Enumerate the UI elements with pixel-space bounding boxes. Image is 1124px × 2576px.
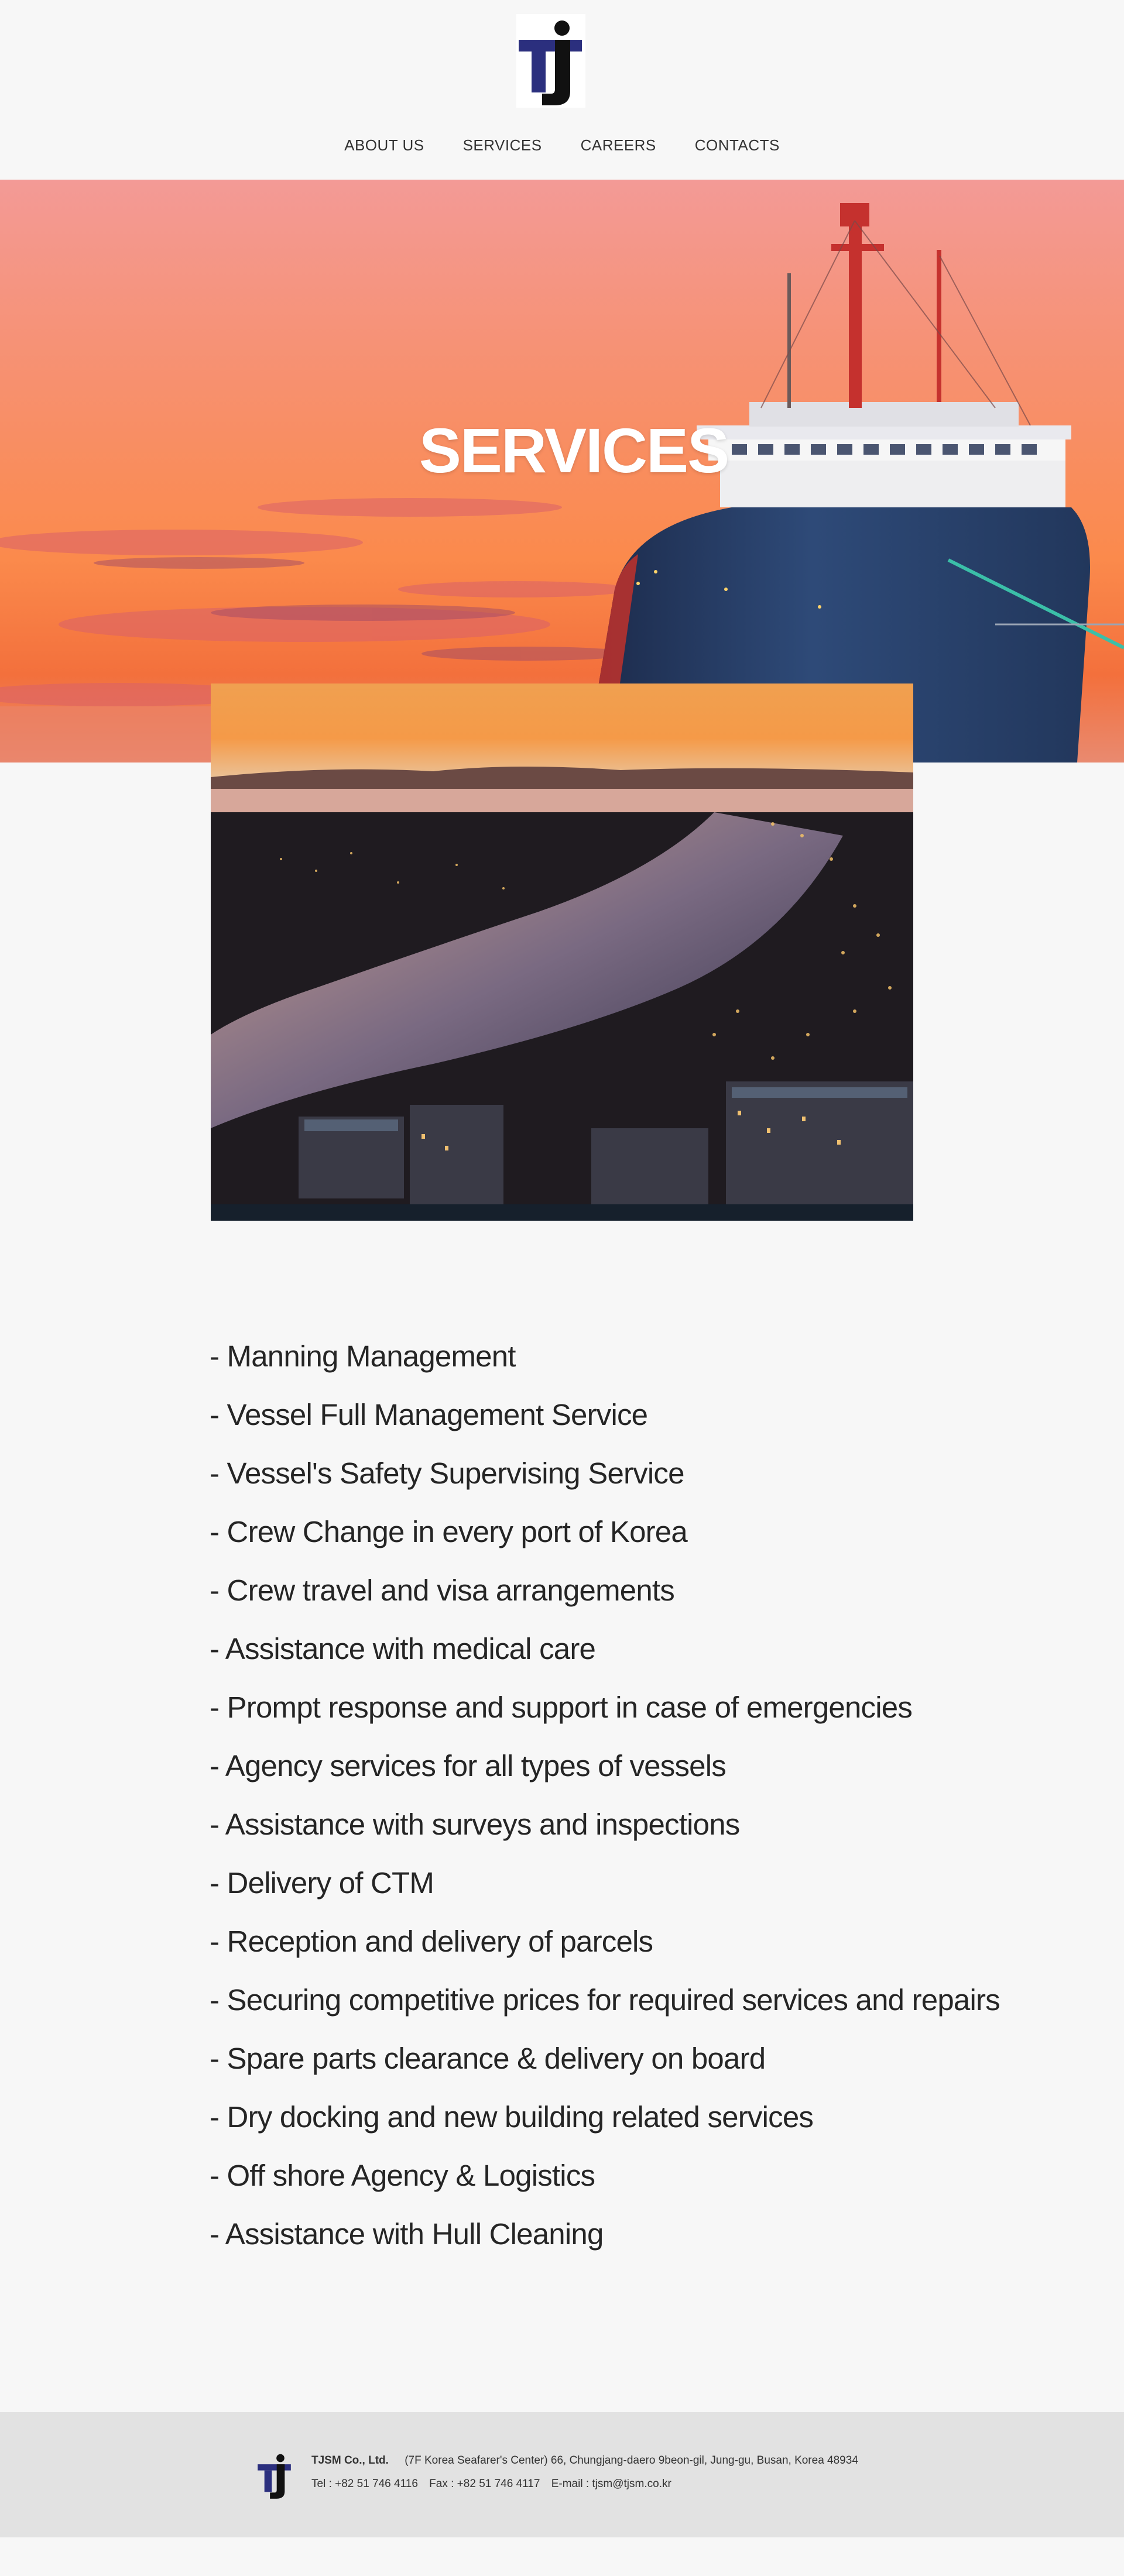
site-header: ABOUT US SERVICES CAREERS CONTACTS bbox=[0, 0, 1124, 180]
footer-logo bbox=[256, 2451, 293, 2500]
list-item: - Prompt response and support in case of… bbox=[210, 1691, 913, 1724]
list-item: - Assistance with medical care bbox=[210, 1632, 596, 1665]
list-item: - Vessel Full Management Service bbox=[210, 1398, 648, 1431]
harbor-night-image bbox=[211, 684, 913, 1221]
company-name: TJSM Co., Ltd. bbox=[311, 2454, 389, 2467]
list-item: - Reception and delivery of parcels bbox=[210, 1925, 653, 1958]
main-nav: ABOUT US SERVICES CAREERS CONTACTS bbox=[0, 133, 1124, 157]
harbor-aerial-image bbox=[211, 684, 913, 1221]
services-list: - Manning Management - Vessel Full Manag… bbox=[210, 1327, 1064, 2264]
footer-email: E-mail : tjsm@tjsm.co.kr bbox=[551, 2478, 671, 2490]
list-item: - Agency services for all types of vesse… bbox=[210, 1749, 727, 1782]
list-item: - Vessel's Safety Supervising Service bbox=[210, 1457, 684, 1490]
tj-logo-icon bbox=[258, 2454, 291, 2499]
list-item: - Assistance with surveys and inspection… bbox=[210, 1808, 740, 1841]
list-item: - Crew Change in every port of Korea bbox=[210, 1515, 688, 1548]
nav-careers[interactable]: CAREERS bbox=[561, 133, 676, 157]
nav-about-us[interactable]: ABOUT US bbox=[325, 133, 443, 157]
list-item: - Dry docking and new building related s… bbox=[210, 2100, 814, 2134]
list-item: - Off shore Agency & Logistics bbox=[210, 2159, 595, 2192]
nav-contacts[interactable]: CONTACTS bbox=[676, 133, 799, 157]
page-title: SERVICES bbox=[419, 415, 729, 486]
tj-logo-icon bbox=[516, 14, 585, 108]
list-item: - Delivery of CTM bbox=[210, 1866, 434, 1900]
list-item: - Manning Management bbox=[210, 1339, 516, 1373]
site-footer: TJSM Co., Ltd. (7F Korea Seafarer's Cent… bbox=[0, 2412, 1124, 2537]
footer-tel: Tel : +82 51 746 4116 bbox=[311, 2478, 418, 2490]
footer-fax: Fax : +82 51 746 4117 bbox=[429, 2478, 540, 2490]
footer-contact-line: Tel : +82 51 746 4116 Fax : +82 51 746 4… bbox=[311, 2478, 680, 2491]
list-item: - Securing competitive prices for requir… bbox=[210, 1983, 1000, 2017]
company-address: (7F Korea Seafarer's Center) 66, Chungja… bbox=[405, 2454, 858, 2467]
nav-services[interactable]: SERVICES bbox=[444, 133, 561, 157]
hero-banner: SERVICES bbox=[0, 180, 1124, 763]
list-item: - Spare parts clearance & delivery on bo… bbox=[210, 2042, 766, 2075]
footer-address-line: TJSM Co., Ltd. (7F Korea Seafarer's Cent… bbox=[311, 2454, 866, 2467]
list-item: - Crew travel and visa arrangements bbox=[210, 1574, 675, 1607]
list-item: - Assistance with Hull Cleaning bbox=[210, 2217, 604, 2251]
site-logo[interactable] bbox=[516, 14, 585, 108]
